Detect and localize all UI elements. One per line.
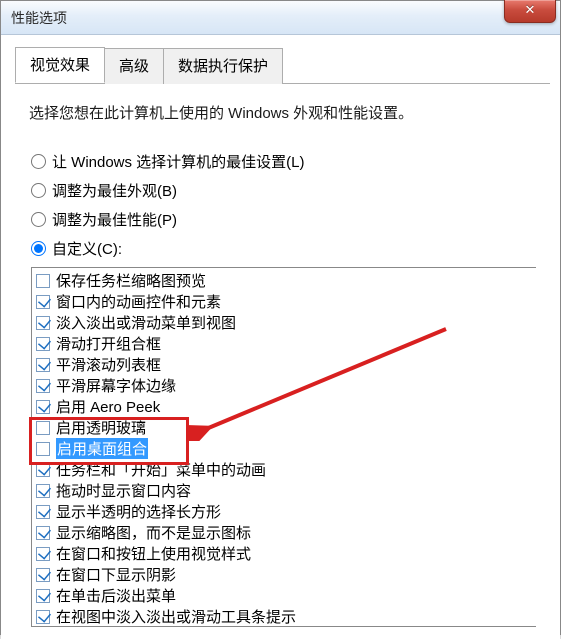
- list-item[interactable]: 滑动打开组合框: [34, 333, 536, 354]
- checkbox-label: 启用透明玻璃: [56, 417, 146, 438]
- list-item[interactable]: 启用 Aero Peek: [34, 396, 536, 417]
- checkbox-label: 在窗口和按钮上使用视觉样式: [56, 543, 251, 564]
- effects-checklist[interactable]: 保存任务栏缩略图预览窗口内的动画控件和元素淡入淡出或滑动菜单到视图滑动打开组合框…: [31, 267, 536, 627]
- tab-dep[interactable]: 数据执行保护: [164, 48, 283, 84]
- checkbox[interactable]: [36, 295, 50, 309]
- list-item[interactable]: 拖动时显示窗口内容: [34, 480, 536, 501]
- checkbox[interactable]: [36, 421, 50, 435]
- close-button[interactable]: ✕: [504, 0, 556, 23]
- checkbox-label: 平滑滚动列表框: [56, 354, 161, 375]
- checkbox[interactable]: [36, 505, 50, 519]
- radio-input[interactable]: [31, 154, 46, 169]
- radio-input[interactable]: [31, 183, 46, 198]
- checkbox[interactable]: [36, 337, 50, 351]
- list-item[interactable]: 在单击后淡出菜单: [34, 585, 536, 606]
- radio-label: 调整为最佳外观(B): [52, 180, 177, 201]
- tab-visual-effects[interactable]: 视觉效果: [15, 47, 105, 83]
- list-item[interactable]: 窗口内的动画控件和元素: [34, 291, 536, 312]
- checkbox[interactable]: [36, 484, 50, 498]
- checkbox[interactable]: [36, 274, 50, 288]
- radio-best-performance[interactable]: 调整为最佳性能(P): [31, 209, 550, 230]
- radio-label: 自定义(C):: [52, 238, 122, 259]
- checkbox[interactable]: [36, 526, 50, 540]
- checkbox-label: 滑动打开组合框: [56, 333, 161, 354]
- checkbox[interactable]: [36, 589, 50, 603]
- list-item[interactable]: 在窗口和按钮上使用视觉样式: [34, 543, 536, 564]
- checkbox-label: 显示半透明的选择长方形: [56, 501, 221, 522]
- titlebar[interactable]: 性能选项 ✕: [1, 1, 560, 35]
- list-item[interactable]: 显示半透明的选择长方形: [34, 501, 536, 522]
- client-area: 视觉效果 高级 数据执行保护 选择您想在此计算机上使用的 Windows 外观和…: [1, 35, 560, 639]
- radio-label: 让 Windows 选择计算机的最佳设置(L): [52, 151, 305, 172]
- list-item[interactable]: 平滑滚动列表框: [34, 354, 536, 375]
- checkbox[interactable]: [36, 568, 50, 582]
- radio-input[interactable]: [31, 212, 46, 227]
- close-icon: ✕: [525, 2, 536, 17]
- radio-group: 让 Windows 选择计算机的最佳设置(L) 调整为最佳外观(B) 调整为最佳…: [31, 151, 550, 259]
- radio-input[interactable]: [31, 241, 46, 256]
- checkbox-label: 在单击后淡出菜单: [56, 585, 176, 606]
- list-item[interactable]: 淡入淡出或滑动菜单到视图: [34, 312, 536, 333]
- description-text: 选择您想在此计算机上使用的 Windows 外观和性能设置。: [29, 102, 550, 123]
- checkbox-label: 淡入淡出或滑动菜单到视图: [56, 312, 236, 333]
- checkbox[interactable]: [36, 463, 50, 477]
- checkbox-label: 窗口内的动画控件和元素: [56, 291, 221, 312]
- checkbox-label: 平滑屏幕字体边缘: [56, 375, 176, 396]
- checkbox[interactable]: [36, 400, 50, 414]
- window-title: 性能选项: [11, 8, 67, 28]
- checkbox-label: 启用 Aero Peek: [56, 396, 160, 417]
- checkbox[interactable]: [36, 610, 50, 624]
- tab-strip: 视觉效果 高级 数据执行保护: [15, 47, 550, 84]
- checkbox-label: 拖动时显示窗口内容: [56, 480, 191, 501]
- list-item[interactable]: 启用透明玻璃: [34, 417, 536, 438]
- checkbox-label: 在窗口下显示阴影: [56, 564, 176, 585]
- checkbox[interactable]: [36, 316, 50, 330]
- checkbox-label: 任务栏和「开始」菜单中的动画: [56, 459, 266, 480]
- list-item[interactable]: 启用桌面组合: [34, 438, 536, 459]
- list-item[interactable]: 平滑屏幕字体边缘: [34, 375, 536, 396]
- tab-advanced[interactable]: 高级: [105, 48, 164, 84]
- list-item[interactable]: 在视图中淡入淡出或滑动工具条提示: [34, 606, 536, 627]
- performance-options-window: 性能选项 ✕ 视觉效果 高级 数据执行保护 选择您想在此计算机上使用的 Wind…: [0, 0, 561, 635]
- list-item[interactable]: 显示缩略图，而不是显示图标: [34, 522, 536, 543]
- list-item[interactable]: 任务栏和「开始」菜单中的动画: [34, 459, 536, 480]
- checkbox[interactable]: [36, 379, 50, 393]
- checkbox-label: 启用桌面组合: [56, 438, 148, 459]
- checkbox[interactable]: [36, 358, 50, 372]
- checkbox-label: 保存任务栏缩略图预览: [56, 270, 206, 291]
- radio-label: 调整为最佳性能(P): [52, 209, 177, 230]
- checkbox-label: 在视图中淡入淡出或滑动工具条提示: [56, 606, 296, 627]
- list-item[interactable]: 在窗口下显示阴影: [34, 564, 536, 585]
- list-item[interactable]: 保存任务栏缩略图预览: [34, 270, 536, 291]
- checkbox[interactable]: [36, 547, 50, 561]
- radio-let-windows-choose[interactable]: 让 Windows 选择计算机的最佳设置(L): [31, 151, 550, 172]
- radio-custom[interactable]: 自定义(C):: [31, 238, 550, 259]
- checkbox[interactable]: [36, 442, 50, 456]
- checkbox-label: 显示缩略图，而不是显示图标: [56, 522, 251, 543]
- radio-best-appearance[interactable]: 调整为最佳外观(B): [31, 180, 550, 201]
